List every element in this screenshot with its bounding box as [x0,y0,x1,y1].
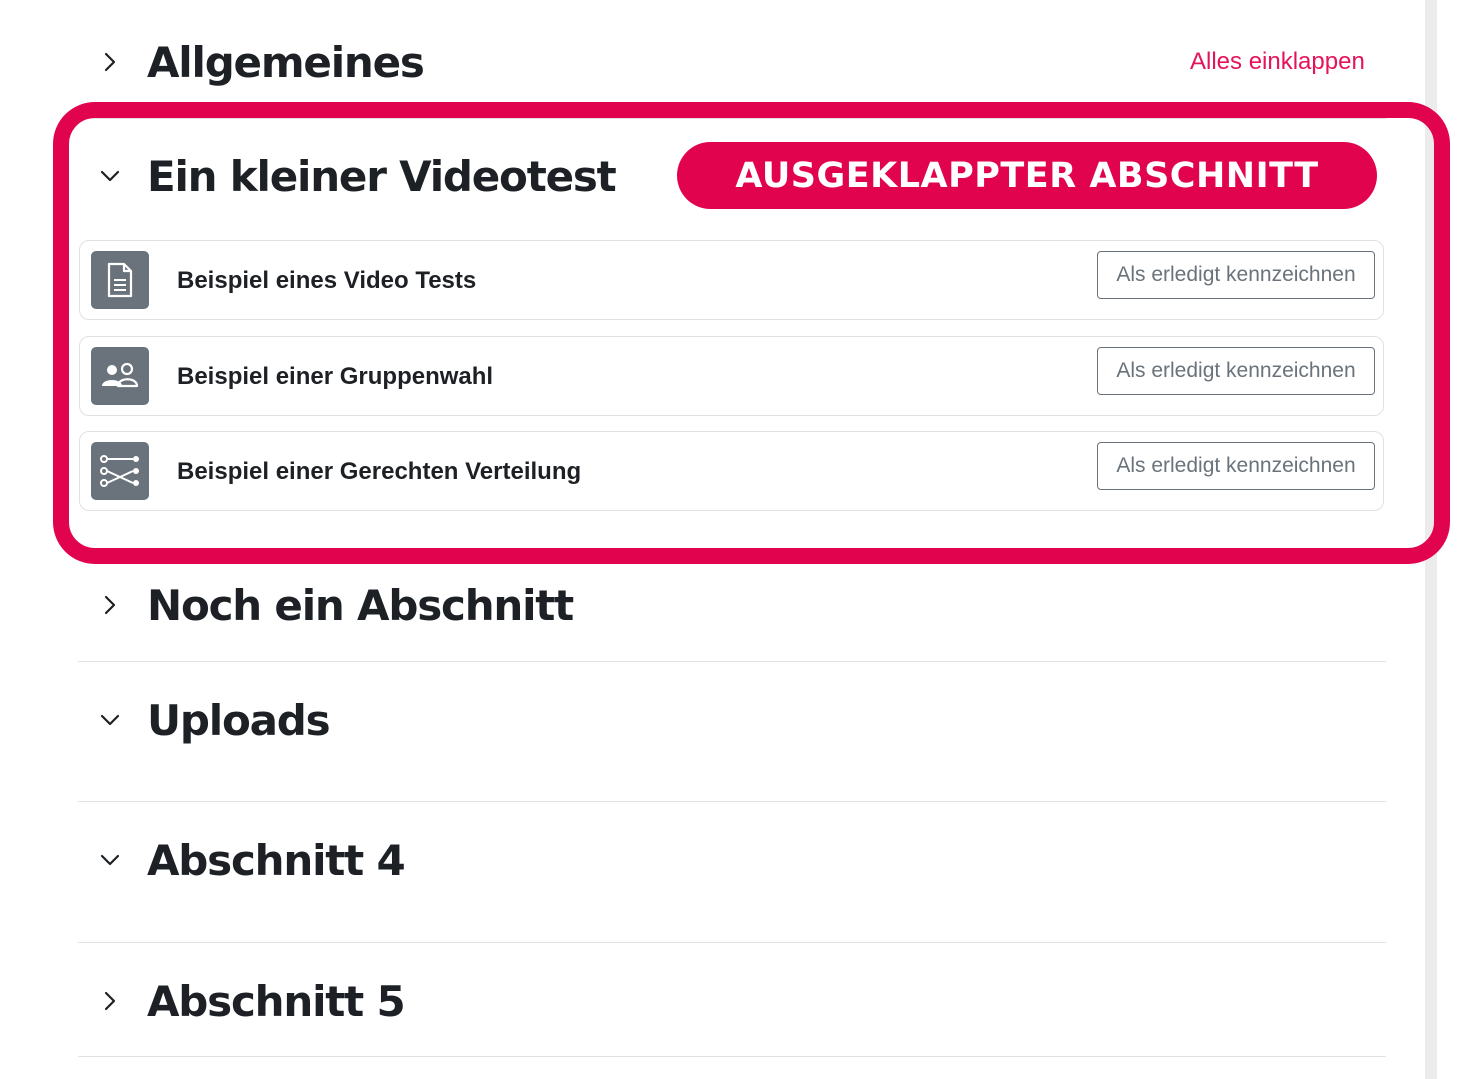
section-header-abschnitt-5[interactable]: Abschnitt 5 [95,971,406,1031]
chevron-right-icon[interactable] [95,986,125,1016]
section-title[interactable]: Allgemeines [147,38,425,87]
annotation-badge-label: AUSGEKLAPPTER ABSCHNITT [735,155,1319,196]
section-divider [78,801,1386,802]
chevron-right-icon[interactable] [95,47,125,77]
chevron-right-icon[interactable] [95,590,125,620]
section-divider [78,1056,1386,1057]
section-title[interactable]: Uploads [147,696,331,745]
section-header-uploads[interactable]: Uploads [95,690,331,750]
chevron-down-icon[interactable] [95,705,125,735]
chevron-down-icon[interactable] [95,845,125,875]
section-header-abschnitt-4[interactable]: Abschnitt 4 [95,830,406,890]
section-title[interactable]: Abschnitt 5 [147,977,406,1026]
section-title[interactable]: Noch ein Abschnitt [147,581,574,630]
section-divider [78,942,1386,943]
section-header-allgemeines[interactable]: Allgemeines [95,32,425,92]
collapse-all-link[interactable]: Alles einklappen [1190,48,1365,76]
section-title[interactable]: Abschnitt 4 [147,836,406,885]
section-divider [78,661,1386,662]
annotation-badge: AUSGEKLAPPTER ABSCHNITT [677,142,1377,209]
section-header-noch-ein-abschnitt[interactable]: Noch ein Abschnitt [95,575,574,635]
